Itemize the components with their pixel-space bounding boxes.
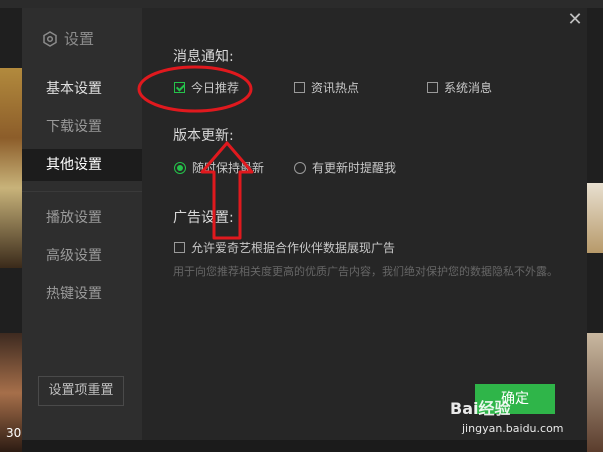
checkbox-icon[interactable]: [427, 82, 438, 93]
notify-option-label: 今日推荐: [191, 81, 240, 95]
update-option-label: 随时保持最新: [192, 161, 265, 175]
background-app-right: [587, 8, 603, 452]
hexagon-settings-icon: [42, 30, 58, 47]
update-option-always-latest[interactable]: 随时保持最新: [174, 159, 264, 176]
checkbox-checked-icon[interactable]: [174, 82, 185, 93]
notify-option-system[interactable]: 系统消息: [427, 79, 492, 96]
update-section-title: 版本更新:: [173, 128, 234, 144]
sidebar-item-hotkey[interactable]: 热键设置: [22, 278, 142, 310]
sidebar-divider: [22, 191, 142, 192]
ads-description: 用于向您推荐相关度更高的优质广告内容，我们绝对保护您的数据隐私不外露。: [173, 265, 558, 278]
checkbox-icon[interactable]: [174, 242, 185, 253]
watermark-url: jingyan.baidu.com: [462, 422, 564, 435]
radio-selected-icon[interactable]: [174, 161, 186, 174]
update-option-remind-me[interactable]: 有更新时提醒我: [294, 159, 396, 176]
notify-option-news[interactable]: 资讯热点: [294, 79, 359, 96]
settings-sidebar: 设置 基本设置 下载设置 其他设置 播放设置 高级设置 热键设置 设置项重置: [22, 8, 142, 440]
background-thumbnail: [0, 68, 22, 268]
notify-option-today[interactable]: 今日推荐: [174, 79, 239, 96]
notify-section-title: 消息通知:: [173, 49, 234, 65]
notify-option-label: 系统消息: [444, 81, 493, 95]
background-thumbnail: [587, 183, 603, 253]
sidebar-item-download[interactable]: 下载设置: [22, 111, 142, 143]
background-episode-number: 30: [6, 426, 22, 440]
sidebar-title: 设置: [42, 28, 94, 49]
update-option-label: 有更新时提醒我: [312, 161, 397, 175]
background-app-left: 30: [0, 8, 22, 452]
background-thumbnail: [587, 333, 603, 452]
ads-option-label: 允许爱奇艺根据合作伙伴数据展现广告: [191, 241, 396, 255]
settings-dialog: 设置 基本设置 下载设置 其他设置 播放设置 高级设置 热键设置 设置项重置 ✕…: [22, 8, 587, 440]
sidebar-item-advanced[interactable]: 高级设置: [22, 240, 142, 272]
notify-option-label: 资讯热点: [311, 81, 360, 95]
ads-section-title: 广告设置:: [173, 210, 234, 226]
sidebar-item-other[interactable]: 其他设置: [22, 149, 142, 181]
watermark-logo: Bai经验: [450, 399, 511, 418]
ads-option-allow[interactable]: 允许爱奇艺根据合作伙伴数据展现广告: [174, 239, 395, 256]
sidebar-title-label: 设置: [64, 30, 95, 48]
close-icon[interactable]: ✕: [567, 11, 583, 29]
sidebar-item-playback[interactable]: 播放设置: [22, 202, 142, 234]
radio-icon[interactable]: [294, 161, 306, 174]
reset-settings-button[interactable]: 设置项重置: [38, 376, 124, 406]
checkbox-icon[interactable]: [294, 82, 305, 93]
background-app-topbar: [0, 0, 603, 8]
sidebar-item-basic[interactable]: 基本设置: [22, 73, 142, 105]
